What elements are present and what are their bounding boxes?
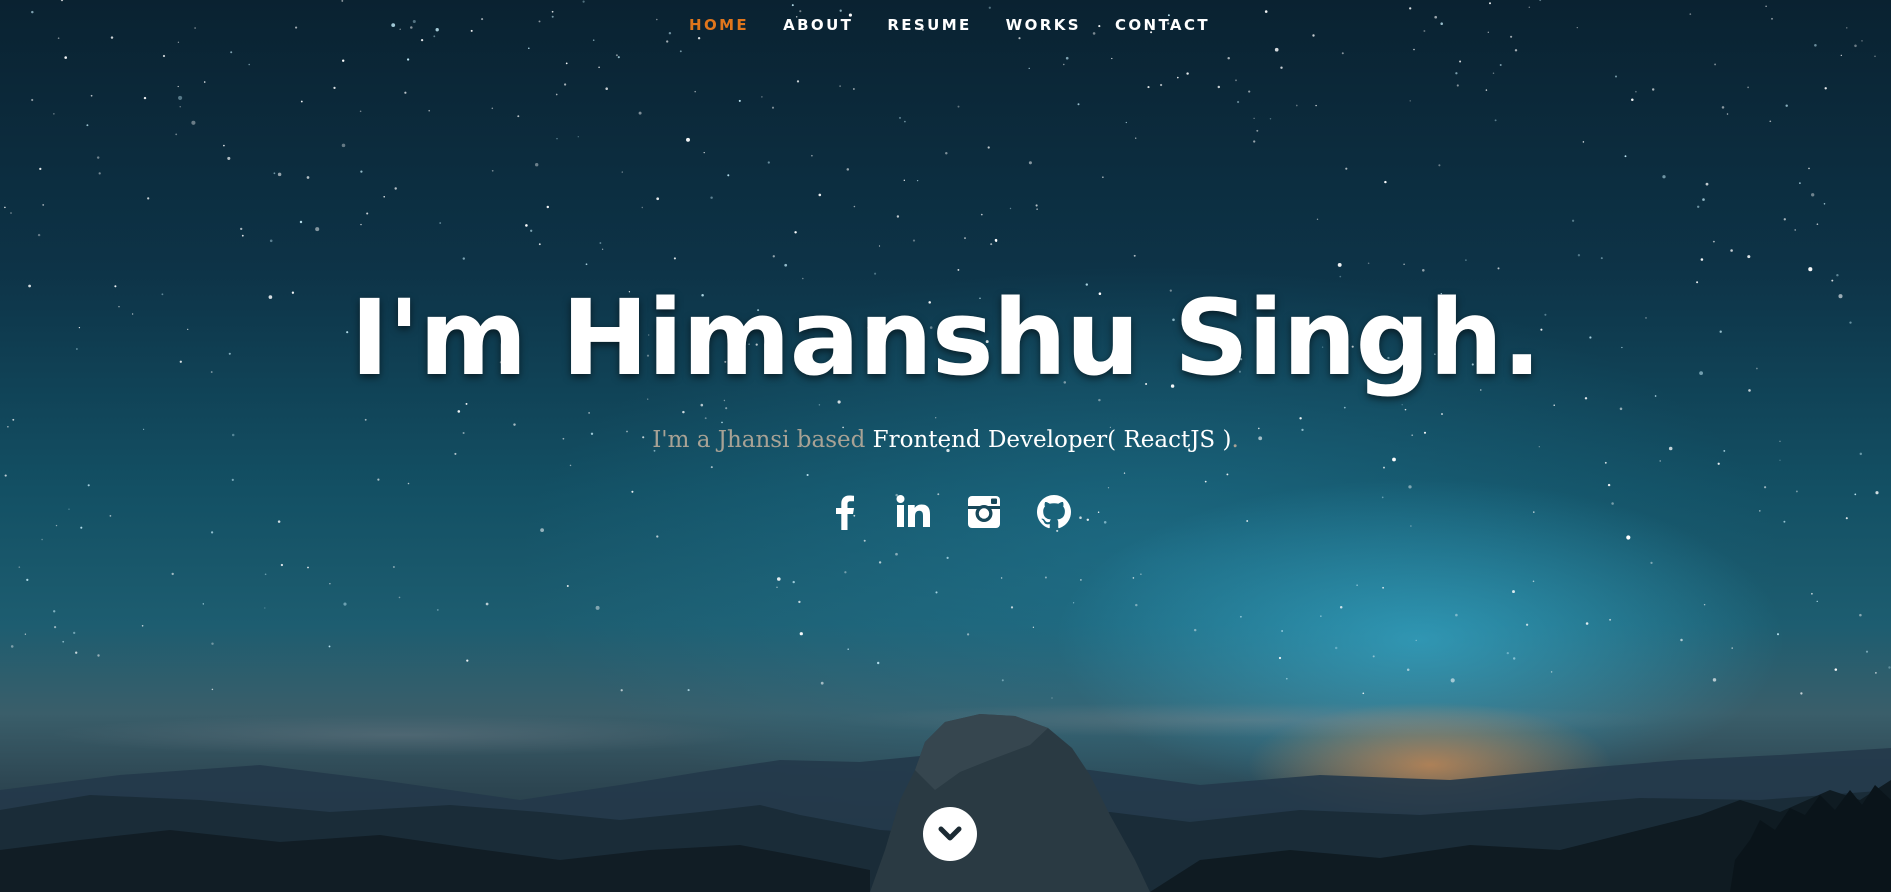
nav-works-link[interactable]: WORKS bbox=[1005, 16, 1082, 34]
linkedin-link[interactable] bbox=[896, 494, 932, 530]
tagline-prefix: I'm a Jhansi based bbox=[652, 427, 873, 453]
hero-banner: I'm Himanshu Singh. I'm a Jhansi based F… bbox=[0, 268, 1891, 530]
nav-resume-link[interactable]: RESUME bbox=[886, 16, 972, 34]
facebook-link[interactable] bbox=[826, 494, 862, 530]
scroll-down-button[interactable] bbox=[923, 807, 977, 861]
github-link[interactable] bbox=[1036, 494, 1072, 530]
chevron-down-icon bbox=[938, 826, 962, 841]
instagram-link[interactable] bbox=[966, 494, 1002, 530]
instagram-icon bbox=[967, 496, 1000, 528]
hero-section: HOME ABOUT RESUME WORKS CONTACT I'm Hima… bbox=[0, 0, 1891, 892]
tagline-role: Frontend Developer( ReactJS ) bbox=[872, 427, 1232, 453]
main-navigation: HOME ABOUT RESUME WORKS CONTACT bbox=[0, 0, 1891, 50]
linkedin-icon bbox=[896, 495, 930, 527]
facebook-icon bbox=[835, 495, 854, 530]
tagline-suffix: . bbox=[1231, 427, 1239, 453]
nav-home-link[interactable]: HOME bbox=[688, 16, 750, 34]
hero-title: I'm Himanshu Singh. bbox=[350, 277, 1541, 399]
nav-about-link[interactable]: ABOUT bbox=[782, 16, 854, 34]
nav-contact-link[interactable]: CONTACT bbox=[1114, 16, 1211, 34]
github-icon bbox=[1036, 495, 1071, 529]
hero-tagline: I'm a Jhansi based Frontend Developer( R… bbox=[0, 424, 1891, 456]
social-links bbox=[0, 494, 1891, 530]
